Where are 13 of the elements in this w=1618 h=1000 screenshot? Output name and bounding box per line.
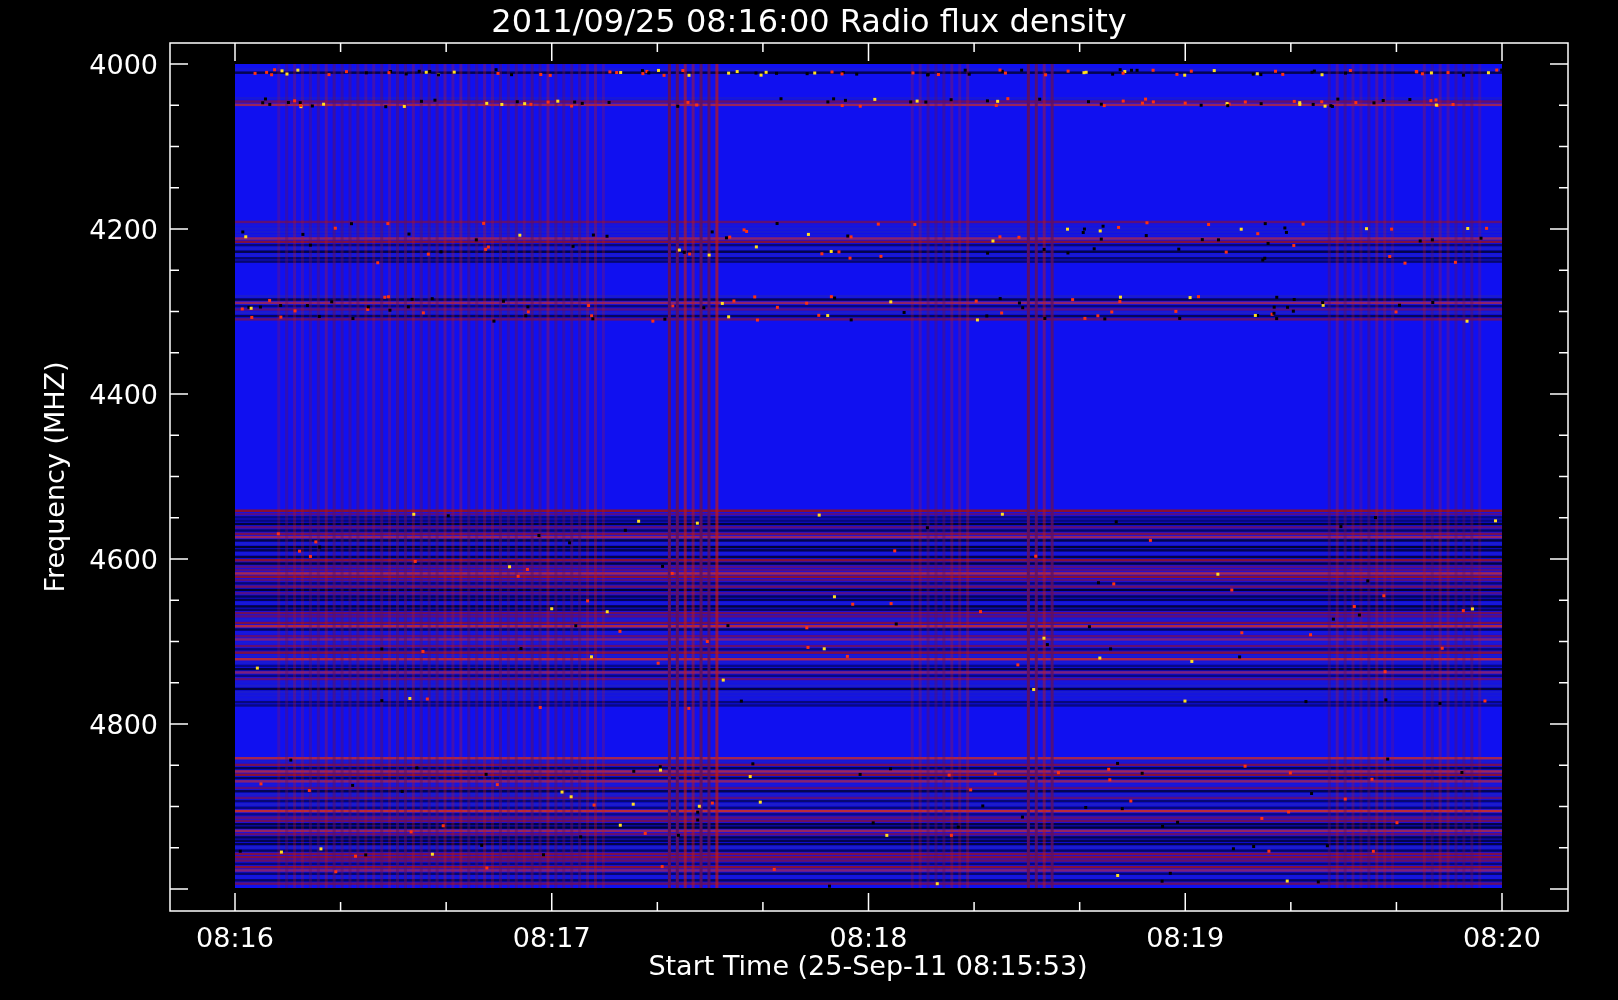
x-tick-label: 08:19 bbox=[1146, 922, 1225, 953]
x-tick-label: 08:18 bbox=[829, 922, 908, 953]
y-tick-label: 4400 bbox=[89, 379, 158, 410]
y-tick-label: 4600 bbox=[89, 544, 158, 575]
x-axis-label: Start Time (25-Sep-11 08:15:53) bbox=[648, 950, 1088, 981]
chart-title: 2011/09/25 08:16:00 Radio flux density bbox=[491, 2, 1127, 40]
x-tick-label: 08:20 bbox=[1463, 922, 1541, 953]
y-axis-label: Frequency (MHZ) bbox=[39, 361, 70, 593]
x-tick-label: 08:16 bbox=[196, 922, 274, 953]
y-tick-label: 4800 bbox=[89, 709, 158, 740]
y-tick-label: 4000 bbox=[89, 49, 158, 80]
y-tick-label: 4200 bbox=[89, 214, 158, 245]
x-tick-label: 08:17 bbox=[512, 922, 591, 953]
